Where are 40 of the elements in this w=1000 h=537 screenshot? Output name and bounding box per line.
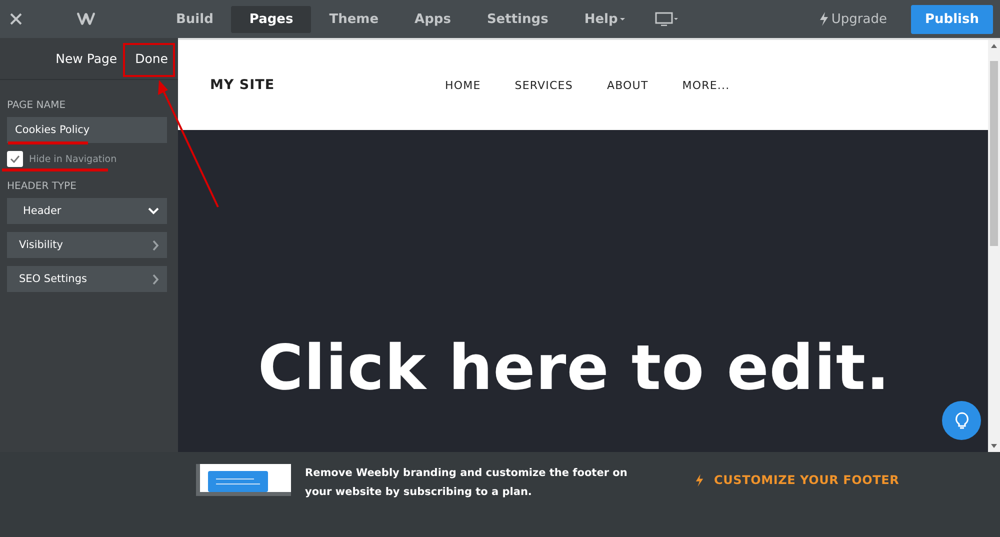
scroll-up-icon[interactable] xyxy=(990,43,998,49)
chevron-right-icon xyxy=(152,240,159,250)
checkbox-label: Hide in Navigation xyxy=(29,154,117,164)
nav-tab[interactable]: Apps xyxy=(396,6,469,32)
dropdown[interactable]: Header xyxy=(7,198,167,224)
lightning-icon xyxy=(819,12,830,26)
device-dropdown[interactable] xyxy=(654,12,681,26)
field-label: HEADER TYPE xyxy=(7,181,76,192)
upsell-message: Remove Weebly branding and customize the footer on your website by subscribing to a plan. xyxy=(305,466,628,500)
menu-item[interactable]: SEO Settings xyxy=(7,266,167,292)
menu-item[interactable]: Visibility xyxy=(7,232,167,258)
nav-tab[interactable]: Theme xyxy=(311,6,397,32)
nav-tab[interactable]: Settings xyxy=(468,6,566,32)
checkbox[interactable] xyxy=(7,151,23,167)
close-icon[interactable] xyxy=(10,13,22,25)
upgrade-button[interactable]: Upgrade xyxy=(819,12,887,26)
site-title: MY SITE xyxy=(210,77,276,93)
input-field[interactable]: Cookies Policy xyxy=(7,117,167,143)
site-nav-link[interactable]: HOME xyxy=(445,78,481,92)
hero-heading: Click here to edit. xyxy=(258,331,890,404)
nav-tab[interactable]: Help xyxy=(566,6,645,32)
chevron-right-icon xyxy=(152,274,159,284)
nav-tab[interactable]: Pages xyxy=(231,6,312,32)
checkmark-icon xyxy=(10,155,20,163)
scroll-down-icon[interactable] xyxy=(990,443,998,449)
customize-footer-link[interactable]: CUSTOMIZE YOUR FOOTER xyxy=(695,473,900,487)
done-button[interactable]: Done xyxy=(135,51,168,66)
site-nav-link[interactable]: ABOUT xyxy=(606,78,648,92)
chevron-down-icon xyxy=(148,207,159,215)
highlight-box xyxy=(123,43,175,77)
field-label: PAGE NAME xyxy=(7,100,66,111)
scrollbar[interactable] xyxy=(988,40,1000,452)
nav-tab[interactable]: Build xyxy=(158,6,232,32)
lightning-icon xyxy=(695,474,704,486)
panel-title: New Page xyxy=(56,51,118,66)
caret-icon xyxy=(618,16,627,22)
lightbulb-icon xyxy=(954,412,968,430)
logo-icon[interactable] xyxy=(76,12,96,26)
site-nav-link[interactable]: MORE... xyxy=(682,78,730,92)
site-nav-link[interactable]: SERVICES xyxy=(514,78,573,92)
